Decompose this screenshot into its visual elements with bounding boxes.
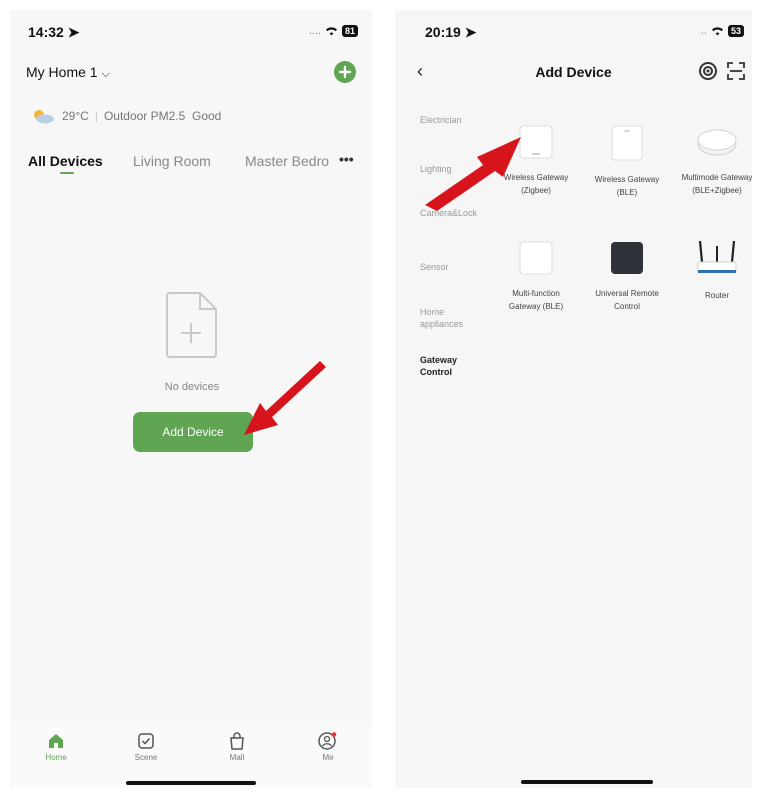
- nav-me[interactable]: Me: [298, 732, 358, 762]
- shopping-bag-icon: [230, 732, 244, 750]
- tab-master-bedroom[interactable]: Master Bedro: [245, 153, 337, 169]
- gateway-device-icon: [519, 241, 553, 275]
- wifi-icon: [711, 27, 723, 36]
- device-label: Multi-function Gateway (BLE): [508, 289, 564, 311]
- status-indicators: .... 81: [309, 25, 358, 37]
- temperature: 29°C: [62, 109, 89, 123]
- divider: |: [94, 109, 98, 123]
- location-arrow-icon: ➤: [67, 24, 80, 40]
- empty-state-text: No devices: [164, 381, 220, 393]
- nav-label: Mall: [229, 753, 245, 762]
- nav-mall[interactable]: Mall: [207, 732, 267, 762]
- signal-dots: ....: [308, 25, 321, 37]
- profile-icon: [318, 732, 337, 750]
- empty-file-icon: [166, 292, 217, 358]
- device-label: Router: [704, 291, 729, 300]
- active-tab-indicator: [60, 172, 74, 174]
- category-gateway-control[interactable]: Gateway Control: [420, 354, 484, 378]
- pointer-arrow-icon: [425, 137, 521, 211]
- tab-living-room[interactable]: Living Room: [133, 153, 211, 169]
- status-time-text: 14:32: [28, 24, 64, 40]
- add-device-button[interactable]: Add Device: [133, 412, 253, 452]
- category-sensor[interactable]: Sensor: [420, 261, 484, 273]
- status-indicators: .. 53: [701, 25, 744, 37]
- tab-label: Master Bedro: [245, 153, 330, 169]
- device-multimode-gateway[interactable]: Multimode Gateway (BLE+Zigbee): [677, 124, 752, 197]
- pointer-arrow-icon: [244, 361, 326, 435]
- nav-scene[interactable]: Scene: [116, 732, 176, 762]
- weather-bar: 29°C | Outdoor PM2.5 Good: [30, 108, 221, 124]
- air-quality: Outdoor PM2.5 Good: [103, 109, 222, 123]
- nav-label: Home: [45, 753, 67, 762]
- location-arrow-icon: ➤: [464, 24, 477, 40]
- add-device-screen: 20:19 ➤ .. 53 ‹ Add Device Electrician L…: [395, 10, 752, 788]
- category-home-appliances[interactable]: Home appliances: [420, 306, 484, 330]
- device-label: Wireless Gateway (BLE): [594, 175, 660, 197]
- gateway-device-icon: [611, 125, 643, 161]
- more-tabs-icon[interactable]: •••: [339, 151, 354, 167]
- device-wireless-gateway-ble[interactable]: Wireless Gateway (BLE): [587, 124, 667, 199]
- category-electrician[interactable]: Electrician: [420, 114, 484, 126]
- scene-icon: [138, 733, 154, 749]
- status-time: 14:32 ➤: [28, 24, 79, 41]
- add-device-label: Add Device: [162, 425, 224, 439]
- cloud-sun-icon: [34, 110, 54, 124]
- remote-device-icon: [611, 242, 643, 274]
- status-time: 20:19 ➤: [425, 24, 476, 41]
- battery-indicator: 81: [341, 25, 358, 37]
- scan-radar-icon[interactable]: [698, 61, 718, 81]
- gateway-device-icon: [519, 125, 553, 159]
- battery-indicator: 53: [727, 25, 744, 37]
- home-icon: [49, 734, 63, 748]
- tab-all-devices[interactable]: All Devices: [28, 153, 103, 169]
- device-multi-function-gateway[interactable]: Multi-function Gateway (BLE): [496, 240, 576, 313]
- device-router[interactable]: Router: [677, 238, 752, 302]
- bottom-nav: Home Scene Mall Me: [10, 722, 372, 788]
- home-screen: 14:32 ➤ .... 81 My Home 1 ⌵ 29°C | Outdo…: [10, 10, 372, 788]
- plus-icon: [338, 65, 352, 79]
- device-universal-remote[interactable]: Universal Remote Control: [587, 240, 667, 313]
- qr-scan-icon[interactable]: [726, 61, 746, 81]
- nav-home[interactable]: Home: [26, 732, 86, 762]
- nav-label: Scene: [134, 753, 158, 762]
- tab-label: Living Room: [133, 153, 211, 169]
- hub-device-icon: [697, 129, 737, 156]
- device-label: Universal Remote Control: [595, 289, 659, 311]
- home-indicator: [126, 781, 256, 785]
- home-indicator: [521, 780, 653, 784]
- add-button[interactable]: [334, 61, 356, 83]
- home-selector[interactable]: My Home 1 ⌵: [26, 64, 110, 81]
- home-name: My Home 1: [26, 64, 98, 80]
- wifi-icon: [325, 27, 337, 36]
- signal-dots: ..: [700, 25, 707, 37]
- nav-label: Me: [322, 753, 334, 762]
- tab-label: All Devices: [28, 153, 103, 169]
- device-label: Multimode Gateway (BLE+Zigbee): [681, 173, 752, 195]
- status-time-text: 20:19: [425, 24, 461, 40]
- chevron-down-icon: ⌵: [101, 68, 110, 80]
- router-device-icon: [697, 240, 737, 273]
